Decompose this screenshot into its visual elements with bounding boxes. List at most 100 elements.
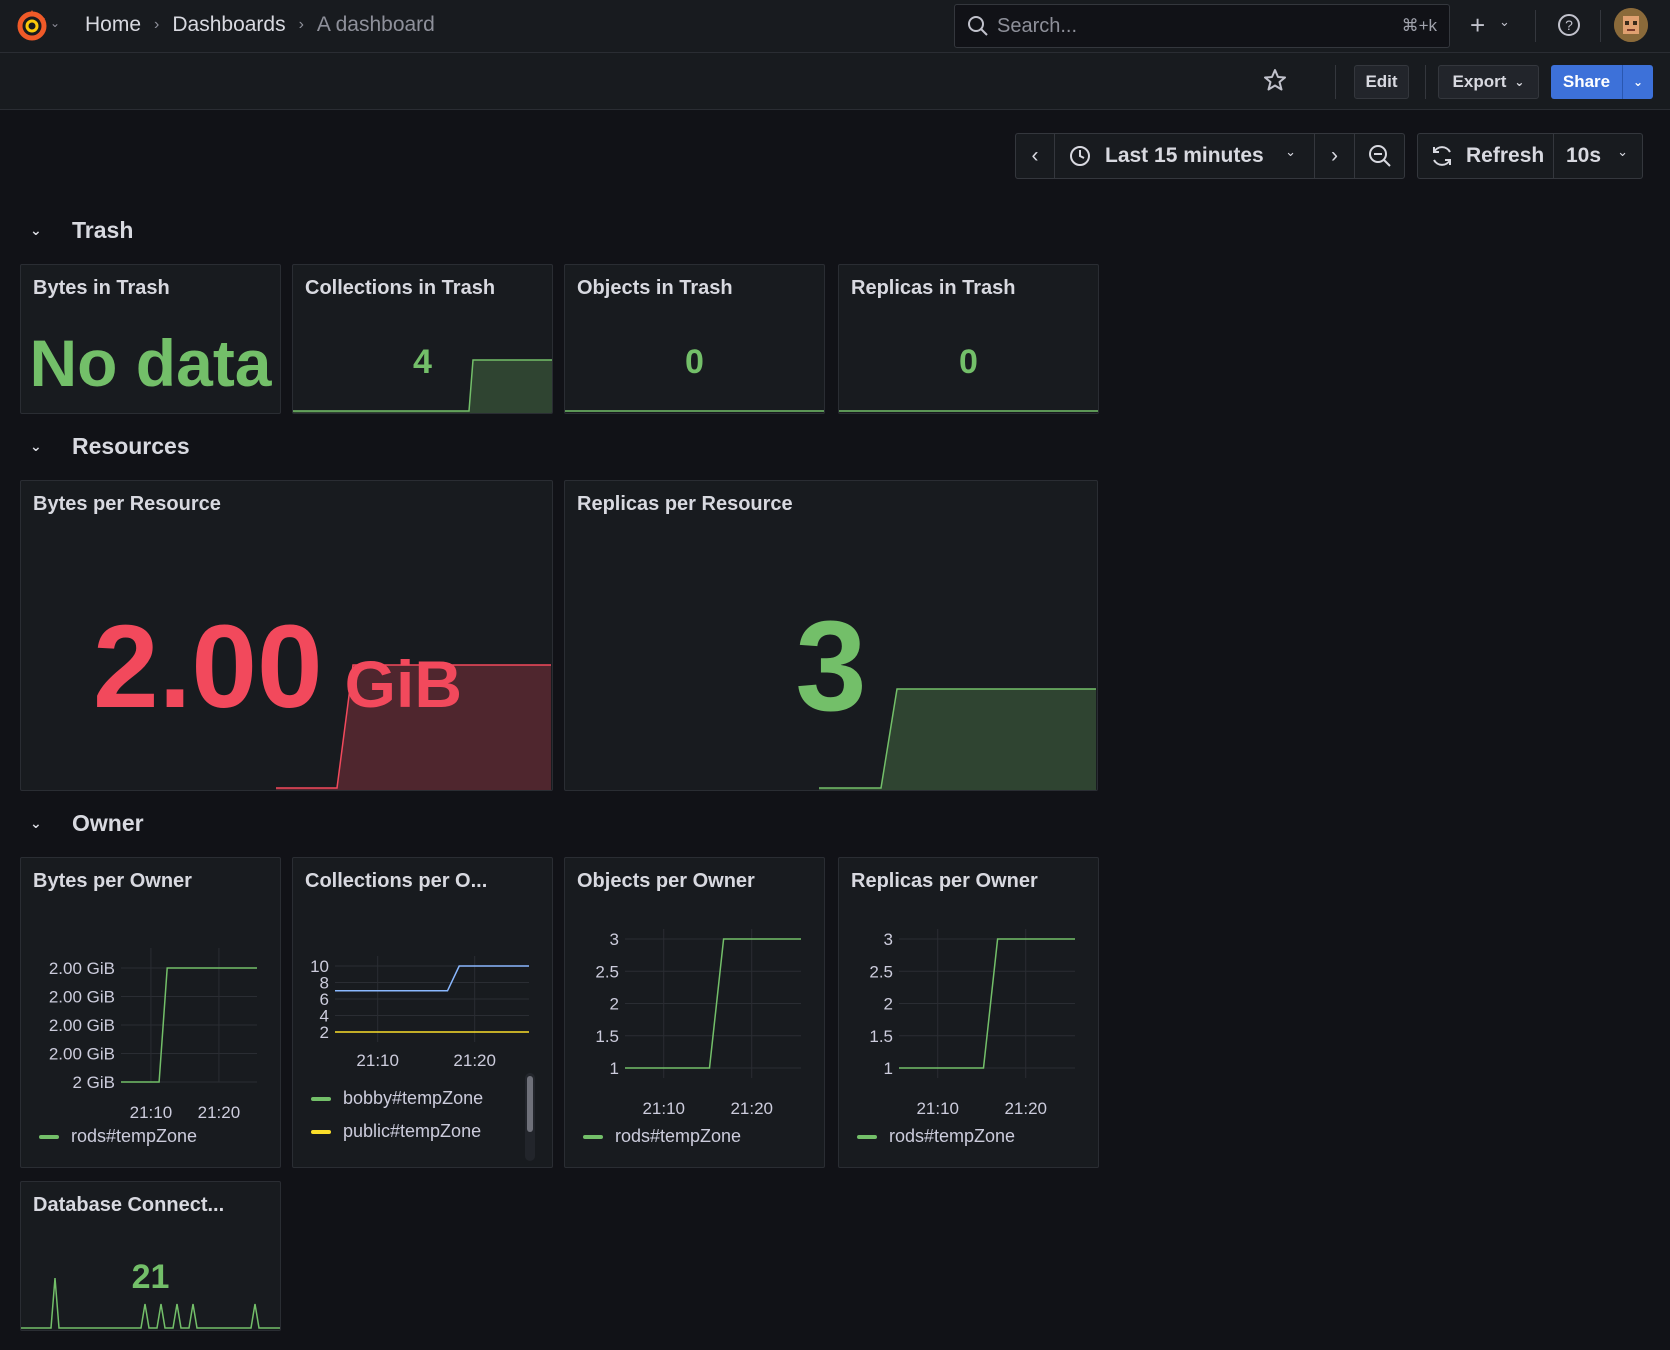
y-tick-label: 2.00 GiB <box>49 959 115 978</box>
row-chevron-down-icon: ⌄ <box>30 815 42 831</box>
stat-value-group: 2.00 GiB <box>93 599 462 735</box>
time-back-chevron-left-icon[interactable]: ‹ <box>1015 133 1055 179</box>
export-chevron-down-icon: ⌄ <box>1514 75 1525 89</box>
legend-scrollbar[interactable] <box>525 1073 535 1161</box>
y-tick-label: 1 <box>884 1059 893 1078</box>
row-title: Resources <box>72 433 190 459</box>
clock-icon <box>1070 146 1090 166</box>
grafana-logo-icon[interactable] <box>14 8 50 44</box>
y-tick-label: 2.00 GiB <box>49 1016 115 1035</box>
legend-swatch <box>39 1134 59 1139</box>
breadcrumb-chevron-icon: › <box>298 16 304 33</box>
panel-bytes-per-resource[interactable]: Bytes per Resource 2.00 GiB <box>20 480 553 791</box>
search-input[interactable]: Search... ⌘+k <box>954 4 1450 48</box>
legend-item[interactable]: public#tempZone <box>311 1121 481 1142</box>
export-button[interactable]: Export ⌄ <box>1438 65 1539 99</box>
stat-value: 21 <box>131 1258 170 1296</box>
zoom-out-glyph-icon <box>1368 145 1391 167</box>
stat-value: No data <box>29 326 272 400</box>
sparkline <box>565 410 824 412</box>
x-tick-label: 21:10 <box>916 1099 959 1118</box>
breadcrumb-chevron-icon: › <box>154 16 160 33</box>
sparkline <box>21 1277 280 1329</box>
edit-button[interactable]: Edit <box>1354 65 1409 99</box>
svg-text:?: ? <box>1565 17 1573 33</box>
timeseries-chart[interactable]: 3 2.5 2 1.5 1 21:10 21:20 <box>839 858 1099 1168</box>
add-chevron-down-icon[interactable]: ⌄ <box>1499 14 1510 30</box>
avatar[interactable] <box>1614 8 1648 42</box>
search-placeholder: Search... <box>997 14 1078 37</box>
share-chevron-down-icon[interactable]: ⌄ <box>1622 65 1653 99</box>
refresh-icon <box>1433 146 1451 166</box>
legend-item[interactable]: rods#tempZone <box>857 1126 1015 1147</box>
timeseries-chart[interactable]: 2.00 GiB 2.00 GiB 2.00 GiB 2.00 GiB 2 GiB 21:… <box>21 858 281 1168</box>
y-tick-label: 2 <box>610 995 619 1014</box>
y-tick-label: 1.5 <box>595 1027 619 1046</box>
legend-label: public#tempZone <box>343 1121 482 1141</box>
legend-label: rods#tempZone <box>889 1126 1016 1146</box>
add-icon[interactable]: + <box>1470 10 1485 41</box>
refresh-button[interactable]: Refresh <box>1417 133 1554 179</box>
panel-replicas-in-trash[interactable]: Replicas in Trash 0 <box>838 264 1099 414</box>
row-resources[interactable]: ⌄ Resources <box>30 433 190 460</box>
help-icon[interactable]: ? <box>1557 13 1581 37</box>
breadcrumb-dashboards[interactable]: Dashboards <box>172 13 285 37</box>
breadcrumb-current: A dashboard <box>316 13 435 36</box>
time-range-chevron-down-icon: ⌄ <box>1285 144 1296 159</box>
breadcrumb-home[interactable]: Home <box>85 13 141 37</box>
avatar-image <box>1614 8 1648 42</box>
x-tick-label: 21:20 <box>198 1103 241 1122</box>
panel-bytes-in-trash[interactable]: Bytes in Trash No data <box>20 264 281 414</box>
stat-value: 4 <box>413 343 432 381</box>
legend-item[interactable]: rods#tempZone <box>583 1126 741 1147</box>
refresh-interval-picker[interactable]: 10s ⌄ <box>1553 133 1643 179</box>
x-tick-label: 21:20 <box>730 1099 773 1118</box>
timeseries-chart[interactable]: 3 2.5 2 1.5 1 21:10 21:20 <box>565 858 825 1168</box>
stat-unit: GiB <box>344 647 463 721</box>
legend-swatch <box>311 1129 331 1134</box>
y-tick-label: 3 <box>610 930 619 949</box>
row-trash[interactable]: ⌄ Trash <box>30 217 133 244</box>
legend-swatch <box>583 1134 603 1139</box>
share-button[interactable]: Share <box>1551 65 1622 99</box>
scrollbar-thumb[interactable] <box>527 1076 533 1132</box>
panel-collections-per-owner[interactable]: Collections per O... 10 8 6 4 2 21:10 21:20 bo… <box>292 857 553 1168</box>
row-chevron-down-icon: ⌄ <box>30 222 42 238</box>
divider <box>1335 65 1336 99</box>
panel-collections-in-trash[interactable]: Collections in Trash 4 <box>292 264 553 414</box>
panel-replicas-per-resource[interactable]: Replicas per Resource 3 <box>564 480 1098 791</box>
time-range-picker[interactable]: Last 15 minutes ⌄ <box>1054 133 1315 179</box>
y-tick-label: 2.5 <box>869 962 893 981</box>
time-range-label: Last 15 minutes <box>1105 144 1264 167</box>
legend-swatch <box>857 1134 877 1139</box>
row-owner[interactable]: ⌄ Owner <box>30 810 144 837</box>
refresh-interval-chevron-down-icon: ⌄ <box>1617 144 1628 159</box>
legend-item[interactable]: rods#tempZone <box>39 1126 197 1147</box>
panel-title: Bytes in Trash <box>33 277 170 299</box>
row-chevron-down-icon: ⌄ <box>30 438 42 454</box>
panel-objects-per-owner[interactable]: Objects per Owner 3 2.5 2 1.5 1 21:10 21:20 ro… <box>564 857 825 1168</box>
panel-bytes-per-owner[interactable]: Bytes per Owner 2.00 GiB 2.00 GiB 2.00 GiB… <box>20 857 281 1168</box>
y-tick-label: 2 GiB <box>72 1073 115 1092</box>
y-tick-label: 2.00 GiB <box>49 1045 115 1064</box>
legend-label: rods#tempZone <box>71 1126 198 1146</box>
time-forward-chevron-right-icon[interactable]: › <box>1314 133 1355 179</box>
y-tick-label: 3 <box>884 930 893 949</box>
divider <box>1600 10 1601 42</box>
panel-replicas-per-owner[interactable]: Replicas per Owner 3 2.5 2 1.5 1 21:10 21:20 r… <box>838 857 1099 1168</box>
panel-objects-in-trash[interactable]: Objects in Trash 0 <box>564 264 825 414</box>
search-shortcut: ⌘+k <box>1401 16 1437 35</box>
search-icon <box>968 16 988 36</box>
y-tick-label: 2 <box>884 995 893 1014</box>
zoom-out-icon[interactable] <box>1354 133 1405 179</box>
panel-database-connections[interactable]: Database Connect... 21 <box>20 1181 281 1331</box>
legend-swatch <box>311 1096 331 1101</box>
divider <box>1535 10 1536 42</box>
stat-value: 0 <box>685 343 704 381</box>
breadcrumb: Home › Dashboards › A dashboard <box>85 12 435 38</box>
star-icon[interactable] <box>1262 67 1288 93</box>
y-tick-label: 2.5 <box>595 962 619 981</box>
legend-item[interactable]: bobby#tempZone <box>311 1088 483 1109</box>
sparkline <box>839 410 1098 412</box>
menu-chevron-down-icon[interactable]: ⌄ <box>50 16 60 30</box>
